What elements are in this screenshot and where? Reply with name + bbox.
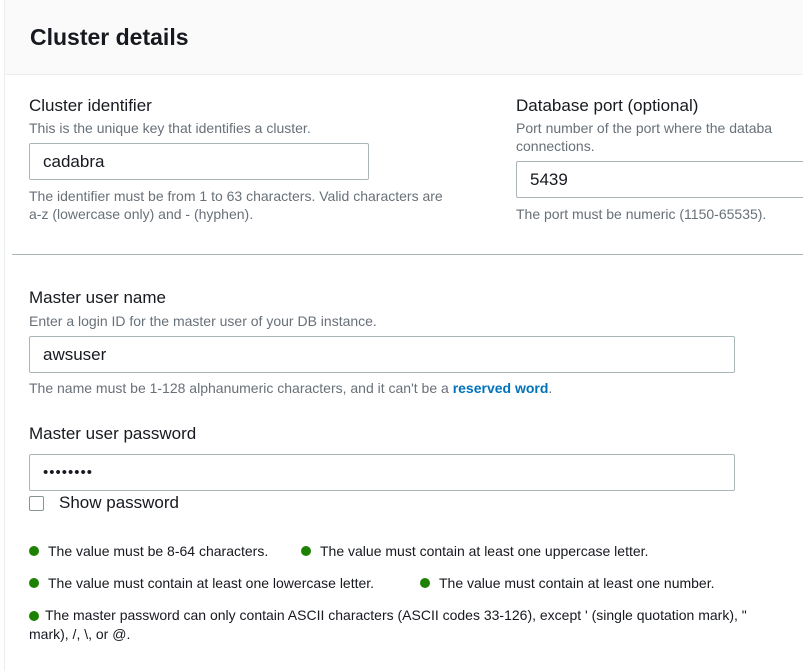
database-port-help: The port must be numeric (1150-65535). [516, 206, 767, 222]
database-port-description-line2: connections. [516, 138, 595, 154]
password-rule-uppercase: The value must contain at least one uppe… [301, 543, 648, 559]
password-rule-ascii-line1: The master password can only contain ASC… [45, 607, 747, 623]
password-rule-number-text: The value must contain at least one numb… [439, 575, 715, 591]
password-rule-number: The value must contain at least one numb… [420, 575, 715, 591]
show-password-label[interactable]: Show password [59, 493, 179, 513]
master-user-name-description: Enter a login ID for the master user of … [29, 313, 377, 329]
cluster-identifier-label: Cluster identifier [29, 96, 152, 115]
master-user-name-value: awsuser [43, 344, 107, 364]
database-port-description-line1: Port number of the port where the databa [516, 120, 773, 136]
database-port-value: 5439 [530, 169, 568, 189]
success-status-icon [301, 546, 311, 556]
master-user-password-value: •••••••• [43, 464, 94, 481]
password-rule-length-text: The value must be 8-64 characters. [48, 543, 269, 559]
database-port-description: Port number of the port where the databa… [516, 119, 803, 155]
password-rule-ascii-line2: mark), /, \, or @. [29, 626, 131, 642]
master-user-name-input[interactable]: awsuser [29, 336, 735, 373]
show-password-checkbox[interactable] [29, 496, 44, 511]
password-rule-lowercase-text: The value must contain at least one lowe… [48, 575, 375, 591]
master-user-password-label: Master user password [29, 424, 197, 443]
cluster-identifier-help: The identifier must be from 1 to 63 char… [29, 187, 499, 223]
success-status-icon [29, 546, 39, 556]
cluster-identifier-description: This is the unique key that identifies a… [29, 120, 311, 136]
cluster-identifier-help-line2: a-z (lowercase only) and - (hyphen). [29, 206, 254, 222]
section-divider [12, 254, 803, 255]
master-user-password-input[interactable]: •••••••• [29, 454, 735, 491]
cluster-identifier-input[interactable]: cadabra [29, 143, 369, 180]
cluster-identifier-help-line1: The identifier must be from 1 to 63 char… [29, 188, 443, 204]
password-rule-uppercase-text: The value must contain at least one uppe… [320, 543, 649, 559]
password-rule-ascii: The master password can only contain ASC… [29, 606, 803, 644]
success-status-icon [420, 578, 430, 588]
database-port-label: Database port (optional) [516, 96, 699, 115]
reserved-word-link[interactable]: reserved word [453, 380, 549, 396]
password-rule-length: The value must be 8-64 characters. [29, 543, 268, 559]
panel-title: Cluster details [30, 24, 189, 50]
panel-header: Cluster details [5, 0, 803, 75]
master-user-name-label: Master user name [29, 288, 166, 307]
master-user-name-help: The name must be 1-128 alphanumeric char… [29, 379, 552, 397]
cluster-identifier-value: cadabra [43, 151, 105, 171]
master-user-name-help-suffix: . [548, 380, 553, 396]
success-status-icon [29, 611, 39, 621]
database-port-input[interactable]: 5439 [516, 161, 803, 198]
password-rule-lowercase: The value must contain at least one lowe… [29, 575, 374, 591]
success-status-icon [29, 578, 39, 588]
master-user-name-help-text: The name must be 1-128 alphanumeric char… [29, 380, 453, 396]
